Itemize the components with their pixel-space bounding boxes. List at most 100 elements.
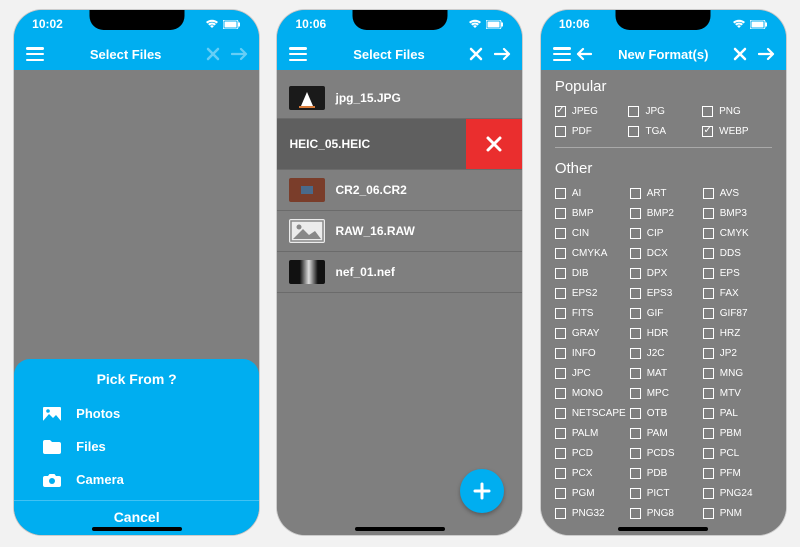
home-indicator[interactable]	[355, 527, 445, 531]
file-name: CR2_06.CR2	[335, 183, 406, 197]
sheet-option-camera[interactable]: Camera	[14, 463, 259, 496]
format-option[interactable]: PFM	[703, 463, 772, 483]
body-area[interactable]: Popular JPEGJPGPNGPDFTGAWEBP Other AIART…	[541, 70, 786, 535]
page-title: Select Files	[309, 47, 468, 62]
format-option[interactable]: AVS	[703, 183, 772, 203]
format-option[interactable]: PNG32	[555, 503, 626, 523]
format-label: MONO	[572, 388, 603, 399]
format-option[interactable]: PNG24	[703, 483, 772, 503]
format-label: GIF87	[720, 308, 748, 319]
checkbox-icon	[703, 228, 714, 239]
format-option[interactable]: ART	[630, 183, 699, 203]
wifi-icon	[205, 19, 219, 29]
format-option[interactable]: CIN	[555, 223, 626, 243]
format-option[interactable]: PDF	[555, 121, 625, 141]
format-label: HDR	[647, 328, 669, 339]
next-button[interactable]	[758, 47, 776, 61]
file-row[interactable]: HEIC_05.HEIC	[277, 119, 522, 170]
format-option[interactable]: FAX	[703, 283, 772, 303]
file-name: nef_01.nef	[335, 265, 394, 279]
back-button[interactable]	[573, 47, 595, 61]
format-option[interactable]: EPS3	[630, 283, 699, 303]
file-row[interactable]: nef_01.nef	[277, 252, 522, 293]
sheet-option-label: Photos	[76, 406, 120, 421]
format-option[interactable]: JPC	[555, 363, 626, 383]
format-option[interactable]: PCDS	[630, 443, 699, 463]
format-option[interactable]: GRAY	[555, 323, 626, 343]
format-option[interactable]: PBM	[703, 423, 772, 443]
format-option[interactable]: PNG8	[630, 503, 699, 523]
format-option[interactable]: JP2	[703, 343, 772, 363]
format-option[interactable]: PDB	[630, 463, 699, 483]
format-option[interactable]: PCL	[703, 443, 772, 463]
menu-button[interactable]	[287, 47, 309, 61]
format-option[interactable]: CIP	[630, 223, 699, 243]
format-option[interactable]: DCX	[630, 243, 699, 263]
file-row[interactable]: jpg_15.JPG	[277, 78, 522, 119]
format-option[interactable]: EPS	[703, 263, 772, 283]
format-option[interactable]: PAL	[703, 403, 772, 423]
format-option[interactable]: PNG	[702, 101, 772, 121]
format-option[interactable]: HRZ	[703, 323, 772, 343]
format-option[interactable]: JPG	[628, 101, 698, 121]
format-option[interactable]: PNM	[703, 503, 772, 523]
format-option[interactable]: DIB	[555, 263, 626, 283]
format-option[interactable]: PCD	[555, 443, 626, 463]
format-option[interactable]: CMYKA	[555, 243, 626, 263]
home-indicator[interactable]	[92, 527, 182, 531]
checkbox-icon	[630, 488, 641, 499]
format-option[interactable]: PICT	[630, 483, 699, 503]
format-option[interactable]: OTB	[630, 403, 699, 423]
format-option[interactable]: WEBP	[702, 121, 772, 141]
sheet-option-files[interactable]: Files	[14, 430, 259, 463]
format-option[interactable]: BMP3	[703, 203, 772, 223]
format-option[interactable]: JPEG	[555, 101, 625, 121]
format-label: PBM	[720, 428, 742, 439]
next-button	[231, 47, 249, 61]
next-button[interactable]	[494, 47, 512, 61]
format-option[interactable]: HDR	[630, 323, 699, 343]
file-row[interactable]: RAW_16.RAW	[277, 211, 522, 252]
format-option[interactable]: FITS	[555, 303, 626, 323]
checkbox-icon	[555, 448, 566, 459]
file-thumbnail	[289, 178, 325, 202]
format-option[interactable]: PALM	[555, 423, 626, 443]
format-option[interactable]: J2C	[630, 343, 699, 363]
format-option[interactable]: DDS	[703, 243, 772, 263]
format-option[interactable]: MONO	[555, 383, 626, 403]
clear-button[interactable]	[732, 46, 748, 62]
format-option[interactable]: INFO	[555, 343, 626, 363]
format-option[interactable]: MNG	[703, 363, 772, 383]
format-option[interactable]: PGM	[555, 483, 626, 503]
menu-button[interactable]	[551, 47, 573, 61]
format-option[interactable]: BMP2	[630, 203, 699, 223]
checkbox-icon	[555, 228, 566, 239]
sheet-option-label: Camera	[76, 472, 124, 487]
format-option[interactable]: NETSCAPE	[555, 403, 626, 423]
format-option[interactable]: EPS2	[555, 283, 626, 303]
format-option[interactable]: TGA	[628, 121, 698, 141]
format-label: JPEG	[572, 106, 598, 117]
format-option[interactable]: BMP	[555, 203, 626, 223]
checkbox-icon	[703, 208, 714, 219]
format-option[interactable]: CMYK	[703, 223, 772, 243]
format-option[interactable]: DPX	[630, 263, 699, 283]
clear-button[interactable]	[468, 46, 484, 62]
format-option[interactable]: AI	[555, 183, 626, 203]
format-option[interactable]: GIF	[630, 303, 699, 323]
file-row[interactable]: CR2_06.CR2	[277, 170, 522, 211]
format-option[interactable]: MTV	[703, 383, 772, 403]
section-other-label: Other	[541, 152, 786, 181]
status-time: 10:06	[559, 17, 590, 31]
format-option[interactable]: MPC	[630, 383, 699, 403]
sheet-option-photos[interactable]: Photos	[14, 397, 259, 430]
format-option[interactable]: GIF87	[703, 303, 772, 323]
delete-button[interactable]	[466, 119, 522, 169]
format-option[interactable]: MAT	[630, 363, 699, 383]
sheet-cancel[interactable]: Cancel	[14, 500, 259, 527]
menu-button[interactable]	[24, 47, 46, 61]
format-option[interactable]: PAM	[630, 423, 699, 443]
add-file-button[interactable]	[460, 469, 504, 513]
format-option[interactable]: PCX	[555, 463, 626, 483]
home-indicator[interactable]	[618, 527, 708, 531]
